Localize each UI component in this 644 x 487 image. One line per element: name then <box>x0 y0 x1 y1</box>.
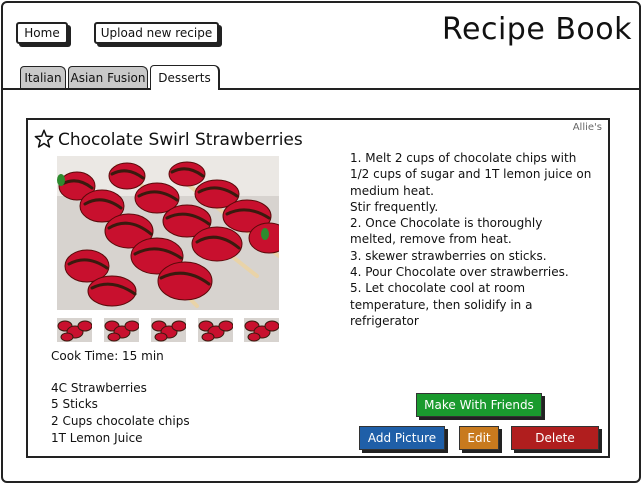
upload-recipe-button[interactable]: Upload new recipe <box>94 22 219 44</box>
instruction-line: 4. Pour Chocolate over strawberries. <box>350 265 569 280</box>
tab-asian-fusion[interactable]: Asian Fusion <box>68 66 148 88</box>
recipe-card: Allie's Chocolate Swirl Strawberries Coo… <box>26 118 610 458</box>
edit-button[interactable]: Edit <box>459 426 499 450</box>
recipe-thumbnail[interactable] <box>57 318 92 342</box>
ingredient-item: 5 Sticks <box>51 397 98 411</box>
home-button[interactable]: Home <box>16 22 68 44</box>
ingredient-item: 1T Lemon Juice <box>51 431 143 445</box>
app-title: Recipe Book <box>442 12 632 47</box>
recipe-thumbnail[interactable] <box>151 318 186 342</box>
tab-italian[interactable]: Italian <box>20 66 66 88</box>
tab-strip-divider <box>1 88 641 90</box>
ingredient-item: 2 Cups chocolate chips <box>51 414 190 428</box>
recipe-main-photo <box>57 156 279 310</box>
make-with-friends-button[interactable]: Make With Friends <box>416 393 542 417</box>
instruction-line: 5. Let chocolate cool at room <box>350 281 526 296</box>
cook-time: Cook Time: 15 min <box>51 349 164 363</box>
instruction-line: 1/2 cups of sugar and 1T lemon juice on <box>350 167 592 182</box>
instruction-line: Stir frequently. <box>350 199 439 214</box>
instruction-line: melted, remove from heat. <box>350 232 512 247</box>
instruction-line: refrigerator <box>350 313 419 328</box>
ingredient-item: 4C Strawberries <box>51 381 147 395</box>
instruction-line: 3. skewer strawberries on sticks. <box>350 248 547 263</box>
delete-button[interactable]: Delete <box>511 426 599 450</box>
recipe-thumbnail[interactable] <box>198 318 233 342</box>
recipe-thumbnail[interactable] <box>244 318 279 342</box>
recipe-owner: Allie's <box>572 122 602 133</box>
recipe-instructions: 1. Melt 2 cups of chocolate chips with 1… <box>350 150 592 329</box>
recipe-title: Chocolate Swirl Strawberries <box>58 130 303 150</box>
add-picture-button[interactable]: Add Picture <box>359 426 445 450</box>
favorite-star-icon[interactable] <box>34 129 54 149</box>
instruction-line: medium heat. <box>350 183 434 198</box>
instruction-line: temperature, then solidify in a <box>350 297 533 312</box>
instruction-line: 1. Melt 2 cups of chocolate chips with <box>350 151 577 165</box>
recipe-thumbnail[interactable] <box>104 318 139 342</box>
tab-desserts[interactable]: Desserts <box>150 65 220 90</box>
instruction-line: 2. Once Chocolate is thoroughly <box>350 216 543 231</box>
